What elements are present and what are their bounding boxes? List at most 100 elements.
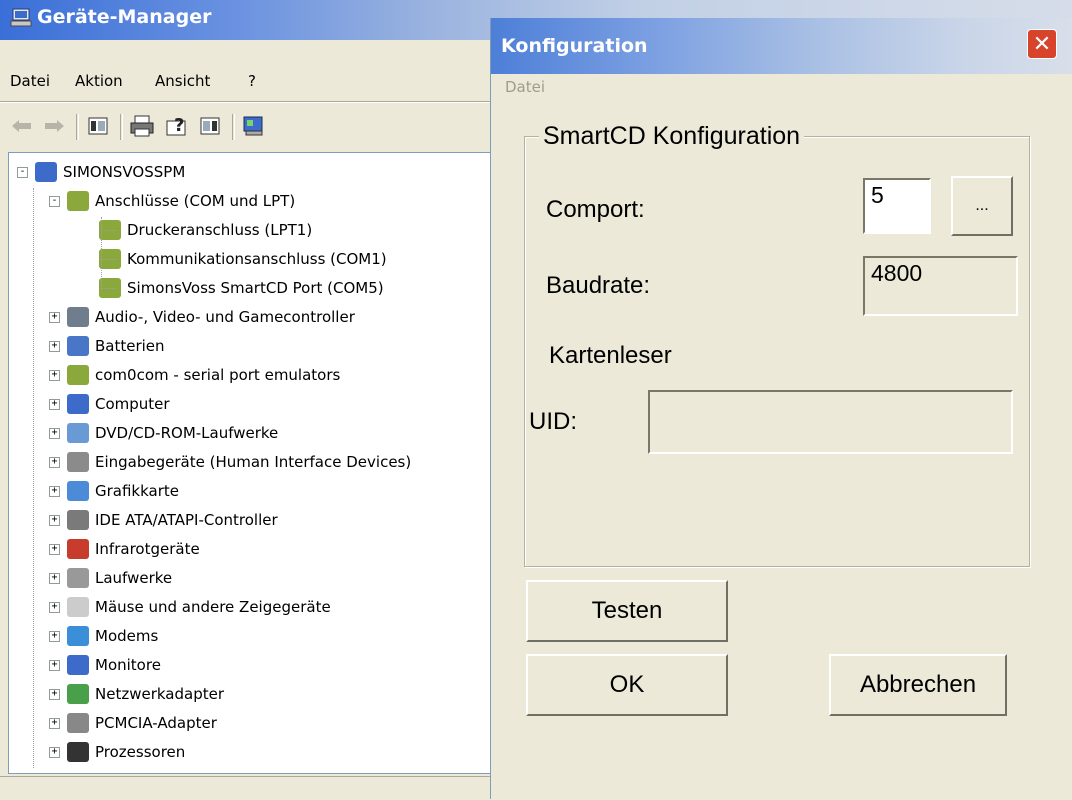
collapse-toggle[interactable]: - xyxy=(49,196,60,207)
tree-node-label: Kommunikationsanschluss (COM1) xyxy=(127,250,387,268)
root-computer-node[interactable]: SIMONSVOSSPM xyxy=(35,159,185,185)
port-device-node[interactable]: Kommunikationsanschluss (COM1) xyxy=(99,246,387,272)
tree-node-label: Netzwerkadapter xyxy=(95,685,224,703)
expand-toggle[interactable]: + xyxy=(49,631,60,642)
expand-toggle[interactable]: + xyxy=(49,341,60,352)
device-category-icon xyxy=(67,684,89,704)
status-bar xyxy=(0,776,490,800)
device-category-icon xyxy=(67,481,89,501)
abbrechen-button[interactable]: Abbrechen xyxy=(829,654,1007,716)
tree-node-label: com0com - serial port emulators xyxy=(95,366,341,384)
tree-node-label: Mäuse und andere Zeigegeräte xyxy=(95,598,331,616)
device-category-icon xyxy=(67,510,89,530)
menu-help[interactable]: ? xyxy=(248,72,256,90)
comport-input[interactable]: 5 xyxy=(863,178,931,234)
menu-aktion[interactable]: Aktion xyxy=(75,72,123,90)
device-category-node[interactable]: Monitore xyxy=(67,652,161,678)
view-icon[interactable] xyxy=(196,112,224,140)
back-arrow-icon[interactable] xyxy=(8,112,36,140)
menu-datei[interactable]: Datei xyxy=(10,72,50,90)
expand-toggle[interactable]: + xyxy=(49,689,60,700)
expand-toggle[interactable]: + xyxy=(49,486,60,497)
tree-node-label: Computer xyxy=(95,395,170,413)
collapse-toggle[interactable]: - xyxy=(17,167,28,178)
expand-toggle[interactable]: + xyxy=(49,515,60,526)
close-button[interactable]: ✕ xyxy=(1027,29,1057,59)
port-device-node[interactable]: Druckeranschluss (LPT1) xyxy=(99,217,312,243)
ok-button[interactable]: OK xyxy=(526,654,728,716)
device-category-icon xyxy=(67,713,89,733)
device-category-node[interactable]: PCMCIA-Adapter xyxy=(67,710,217,736)
forward-arrow-icon[interactable] xyxy=(40,112,68,140)
device-category-icon xyxy=(67,394,89,414)
menu-ansicht[interactable]: Ansicht xyxy=(155,72,210,90)
uid-field xyxy=(648,390,1013,454)
expand-toggle[interactable]: + xyxy=(49,602,60,613)
device-category-icon xyxy=(67,423,89,443)
device-category-node[interactable]: Computer xyxy=(67,391,170,417)
expand-toggle[interactable]: + xyxy=(49,428,60,439)
device-manager-toolbar: ? xyxy=(0,104,490,152)
tree-node-label: PCMCIA-Adapter xyxy=(95,714,217,732)
device-category-node[interactable]: Prozessoren xyxy=(67,739,185,765)
uid-label: UID: xyxy=(529,408,577,435)
printer-icon[interactable] xyxy=(128,112,156,140)
device-category-icon xyxy=(67,568,89,588)
tree-node-label: Audio-, Video- und Gamecontroller xyxy=(95,308,355,326)
expand-toggle[interactable]: + xyxy=(49,544,60,555)
tree-node-label: DVD/CD-ROM-Laufwerke xyxy=(95,424,279,442)
tree-node-label: SimonsVoss SmartCD Port (COM5) xyxy=(127,279,384,297)
expand-toggle[interactable]: + xyxy=(49,399,60,410)
properties-grid-icon[interactable] xyxy=(84,112,112,140)
tree-node-label: IDE ATA/ATAPI-Controller xyxy=(95,511,278,529)
device-category-icon xyxy=(67,742,89,762)
tree-node-label: SIMONSVOSSPM xyxy=(63,163,186,181)
expand-toggle[interactable]: + xyxy=(49,370,60,381)
tree-node-label: Anschlüsse (COM und LPT) xyxy=(95,192,296,210)
device-category-node[interactable]: Mäuse und andere Zeigegeräte xyxy=(67,594,331,620)
expand-toggle[interactable]: + xyxy=(49,747,60,758)
device-category-node[interactable]: Infrarotgeräte xyxy=(67,536,200,562)
expand-toggle[interactable]: + xyxy=(49,660,60,671)
help-icon[interactable]: ? xyxy=(164,112,192,140)
device-category-node[interactable]: Modems xyxy=(67,623,158,649)
tree-node-label: Batterien xyxy=(95,337,165,355)
device-category-icon xyxy=(67,365,89,385)
expand-toggle[interactable]: + xyxy=(49,457,60,468)
device-category-node[interactable]: Laufwerke xyxy=(67,565,172,591)
port-device-node[interactable]: SimonsVoss SmartCD Port (COM5) xyxy=(99,275,384,301)
device-category-node[interactable]: Grafikkarte xyxy=(67,478,179,504)
computer-icon xyxy=(10,8,32,27)
kartenleser-label: Kartenleser xyxy=(549,342,672,369)
device-category-node[interactable]: Batterien xyxy=(67,333,165,359)
konfiguration-dialog: Konfiguration ✕ Datei SmartCD Konfigurat… xyxy=(490,18,1072,799)
dialog-titlebar[interactable]: Konfiguration ✕ xyxy=(491,18,1072,74)
svg-text:?: ? xyxy=(174,115,184,136)
expand-toggle[interactable]: + xyxy=(49,718,60,729)
device-category-icon xyxy=(67,539,89,559)
close-icon: ✕ xyxy=(1032,31,1052,57)
baudrate-field: 4800 xyxy=(863,256,1018,316)
ports-category-node[interactable]: Anschlüsse (COM und LPT) xyxy=(67,188,295,214)
device-category-node[interactable]: Netzwerkadapter xyxy=(67,681,224,707)
ports-category-icon xyxy=(67,191,89,211)
expand-toggle[interactable]: + xyxy=(49,573,60,584)
tree-connector-line xyxy=(33,188,34,768)
device-category-node[interactable]: DVD/CD-ROM-Laufwerke xyxy=(67,420,278,446)
device-category-node[interactable]: Eingabegeräte (Human Interface Devices) xyxy=(67,449,411,475)
expand-toggle[interactable]: + xyxy=(49,312,60,323)
testen-button[interactable]: Testen xyxy=(526,580,728,642)
toolbar-separator xyxy=(120,114,123,140)
tree-connector-line xyxy=(101,259,117,260)
dialog-menu-datei[interactable]: Datei xyxy=(505,78,545,96)
comport-browse-button[interactable]: ... xyxy=(951,176,1013,236)
scan-hardware-icon[interactable] xyxy=(240,112,268,140)
device-category-node[interactable]: com0com - serial port emulators xyxy=(67,362,340,388)
tree-connector-line xyxy=(101,217,102,289)
device-category-icon xyxy=(67,597,89,617)
tree-connector-line xyxy=(101,288,117,289)
device-tree[interactable]: - SIMONSVOSSPM - Anschlüsse (COM und LPT) Dr… xyxy=(8,152,494,774)
menubar-divider xyxy=(0,101,490,103)
device-category-node[interactable]: IDE ATA/ATAPI-Controller xyxy=(67,507,278,533)
device-category-node[interactable]: Audio-, Video- und Gamecontroller xyxy=(67,304,355,330)
